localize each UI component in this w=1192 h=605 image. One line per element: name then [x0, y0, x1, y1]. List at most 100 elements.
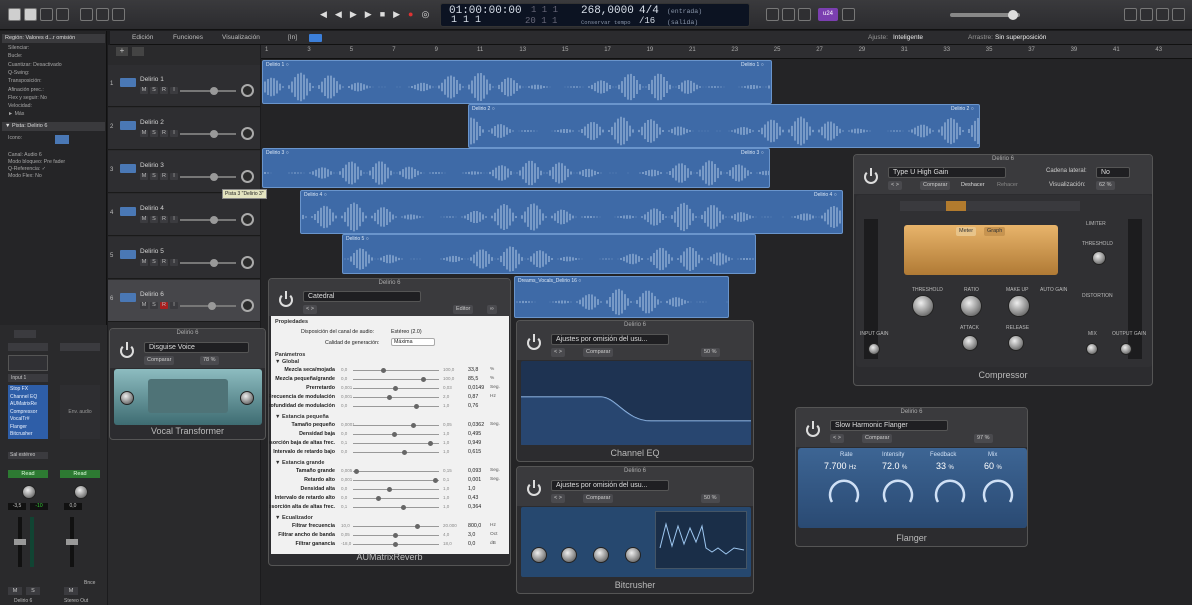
sidechain-select[interactable]: No — [1096, 167, 1130, 178]
ratio-knob[interactable] — [960, 295, 982, 317]
track-name[interactable]: Delirio 4 — [140, 205, 164, 212]
view-menu[interactable]: Visualización — [222, 34, 260, 41]
record-enable-button[interactable]: R — [160, 87, 168, 94]
intensity-dial[interactable] — [878, 476, 918, 506]
pan-knob[interactable] — [241, 170, 254, 183]
limiter-threshold-knob[interactable] — [1092, 251, 1106, 265]
plugin-slot[interactable]: Bitcrusher — [10, 431, 33, 437]
mute-button[interactable]: M — [140, 87, 148, 94]
compare-button[interactable]: Comparar — [920, 181, 951, 190]
region-param-7[interactable]: Velocidad: — [8, 103, 111, 109]
volume-handle[interactable] — [210, 216, 218, 224]
param-section-header[interactable]: ▼ Estancia pequeña — [275, 414, 329, 420]
add-track-button[interactable]: + — [116, 47, 128, 56]
track-param-1[interactable]: Canal: Audio 6 — [8, 152, 111, 158]
view-percent[interactable]: 62 % — [1096, 181, 1115, 190]
pan-knob[interactable] — [241, 299, 254, 312]
param-section-header[interactable]: ▼ Ecualizador — [275, 515, 313, 521]
track-header[interactable]: 3 Delirio 3 MSRI — [108, 151, 260, 193]
smart-controls-icon[interactable] — [80, 8, 93, 21]
param-slider[interactable] — [353, 505, 439, 510]
param-slider[interactable] — [353, 496, 439, 501]
param-slider-handle[interactable] — [393, 542, 398, 547]
solo-button[interactable]: S — [26, 587, 40, 595]
drive-knob[interactable] — [531, 547, 547, 563]
solo-button[interactable]: S — [150, 173, 158, 180]
in-button[interactable]: [In] — [288, 34, 297, 41]
input-monitor-button[interactable]: I — [170, 302, 178, 309]
region-param-0[interactable]: Silenciar: — [8, 45, 111, 51]
feedback-dial[interactable] — [930, 476, 970, 506]
param-slider[interactable] — [353, 524, 439, 529]
mute-button[interactable]: M — [140, 173, 148, 180]
param-slider[interactable] — [353, 423, 439, 428]
plugin-slot[interactable]: Stop FX — [10, 386, 28, 392]
waveform-icon[interactable] — [120, 207, 136, 216]
param-value[interactable]: 0,0149 — [468, 385, 484, 391]
forward-icon[interactable]: ▶▶ — [350, 9, 380, 19]
view-percent[interactable]: 50 % — [701, 494, 720, 503]
attack-knob[interactable] — [962, 335, 978, 351]
record-enable-button[interactable]: R — [160, 216, 168, 223]
waveform-icon[interactable] — [120, 164, 136, 173]
circuit-type-selector[interactable] — [900, 201, 1080, 211]
gain-display[interactable] — [14, 330, 36, 338]
automation-icon[interactable] — [309, 34, 322, 42]
notepad-icon[interactable] — [1140, 8, 1153, 21]
param-slider-handle[interactable] — [428, 441, 434, 446]
metronome-icon[interactable] — [782, 8, 795, 21]
region-param-4[interactable]: Transposición: — [8, 78, 111, 84]
editors-icon[interactable] — [112, 8, 125, 21]
param-slider[interactable] — [353, 395, 439, 400]
fader-track-2[interactable] — [66, 517, 78, 567]
cpu-meter[interactable]: u24 — [818, 8, 838, 21]
pan-knob[interactable] — [241, 213, 254, 226]
solo-button[interactable]: S — [150, 259, 158, 266]
plugin-slot[interactable]: AUMatrixRe — [10, 401, 37, 407]
fader-track[interactable] — [14, 517, 26, 567]
input-monitor-button[interactable]: I — [170, 130, 178, 137]
param-value[interactable]: 33,8 — [468, 367, 478, 373]
threshold-knob[interactable] — [912, 295, 934, 317]
record-enable-button[interactable]: R — [160, 173, 168, 180]
mute-button-2[interactable]: M — [64, 587, 78, 595]
drag-value[interactable]: Sin superposición — [995, 34, 1046, 41]
param-value[interactable]: 0,949 — [468, 440, 481, 446]
region-header[interactable]: Región: Valores d...r omisión — [2, 34, 105, 43]
volume-handle[interactable] — [210, 130, 218, 138]
param-slider[interactable] — [353, 469, 439, 474]
bounce-label[interactable]: Bnce — [84, 580, 95, 586]
meter-tab[interactable]: Meter — [956, 227, 977, 236]
param-value[interactable]: 0,76 — [468, 403, 478, 409]
volume-slider[interactable] — [180, 216, 236, 224]
param-value[interactable]: 85,5 — [468, 376, 478, 382]
mute-button[interactable]: M — [140, 130, 148, 137]
compare-button[interactable]: Comparar — [862, 434, 893, 443]
output-slot[interactable]: Sal estéreo — [8, 452, 48, 459]
view-percent[interactable]: 78 % — [200, 356, 219, 365]
functions-menu[interactable]: Funciones — [173, 34, 203, 41]
param-slider[interactable] — [353, 386, 439, 391]
param-value[interactable]: 0,495 — [468, 431, 481, 437]
pan-knob-2[interactable] — [74, 485, 88, 499]
record-enable-button[interactable]: R — [160, 259, 168, 266]
compare-button[interactable]: Comparar — [583, 494, 614, 503]
param-section-header[interactable]: ▼ Estancia grande — [275, 460, 324, 466]
solo-button[interactable]: S — [150, 302, 158, 309]
param-slider[interactable] — [353, 478, 439, 483]
region-param-8[interactable]: ► Más — [8, 111, 111, 117]
track-header[interactable]: 4 Delirio 4 MSRI — [108, 194, 260, 236]
output-gain-knob[interactable] — [1120, 343, 1132, 355]
prev-next-buttons[interactable]: < > — [888, 181, 902, 190]
track-name[interactable]: Delirio 2 — [140, 119, 164, 126]
pan-knob[interactable] — [22, 485, 36, 499]
power-icon[interactable] — [806, 421, 820, 437]
makeup-knob[interactable] — [1008, 295, 1030, 317]
region-param-1[interactable]: Bucle: — [8, 53, 111, 59]
plugin-slot[interactable]: Channel EQ — [10, 394, 37, 400]
eq-graph[interactable] — [521, 361, 751, 445]
param-value[interactable]: 0,001 — [468, 477, 481, 483]
param-value[interactable]: 1,0 — [468, 486, 475, 492]
record-enable-button[interactable]: R — [160, 130, 168, 137]
volume-slider[interactable] — [180, 259, 236, 267]
